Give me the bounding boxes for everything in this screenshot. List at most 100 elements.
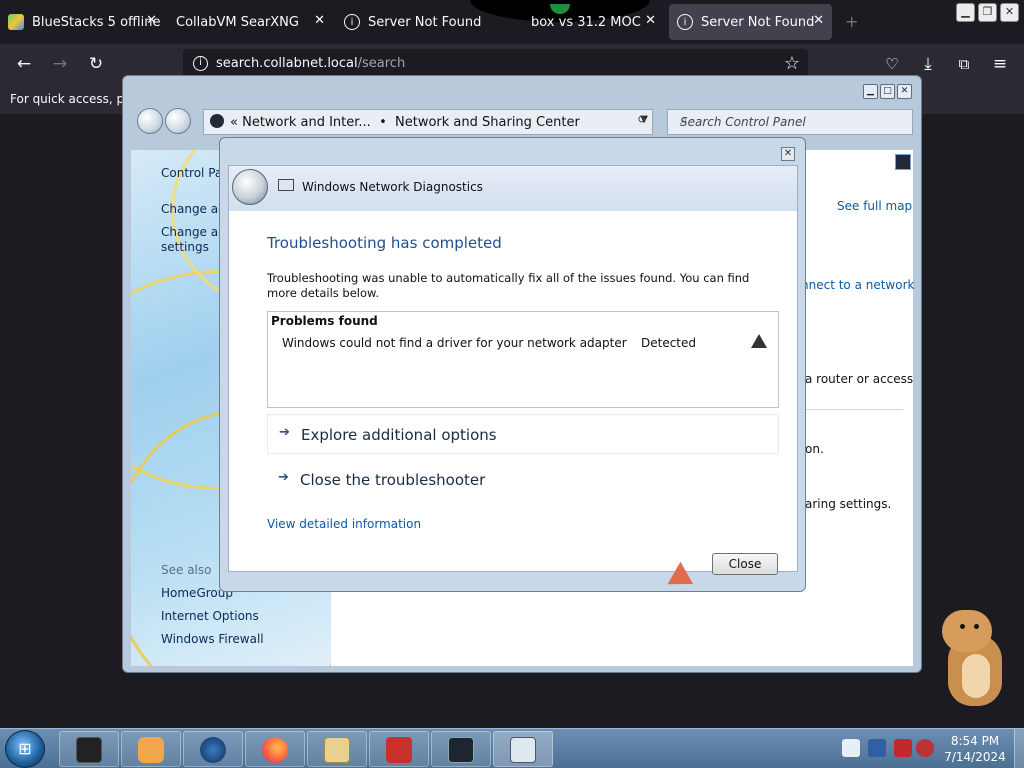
- explore-options-button[interactable]: ➔ Explore additional options: [267, 414, 779, 454]
- page-title: Troubleshooting has completed: [267, 234, 502, 252]
- close-icon[interactable]: ✕: [314, 13, 325, 28]
- back-arrow-icon[interactable]: ←: [12, 52, 36, 76]
- network-diagnostics-icon: [278, 179, 294, 191]
- search-input[interactable]: Search Control Panel ⌕: [667, 109, 913, 135]
- tab-label: Server Not Found: [368, 14, 482, 30]
- close-icon[interactable]: ✕: [146, 13, 157, 28]
- warning-icon: [751, 334, 767, 348]
- forward-orb-icon[interactable]: [165, 108, 191, 134]
- download-icon[interactable]: ⤓: [916, 52, 940, 76]
- system-clock[interactable]: 8:54 PM 7/14/2024: [938, 733, 1012, 765]
- breadcrumb[interactable]: « Network and Inter... • Network and Sha…: [203, 109, 653, 135]
- folder-icon: [324, 737, 350, 763]
- problems-list: Problems found Windows could not find a …: [267, 311, 779, 408]
- close-icon[interactable]: ✕: [897, 84, 912, 99]
- dialog-title: Windows Network Diagnostics: [302, 180, 483, 194]
- media-player-icon: [138, 737, 164, 763]
- network-icon[interactable]: [868, 739, 886, 757]
- dialog-header: Windows Network Diagnostics: [229, 166, 797, 211]
- restore-icon[interactable]: ❐: [978, 3, 997, 22]
- taskbar-app-globe[interactable]: [183, 731, 243, 767]
- breadcrumb-sharing-center[interactable]: Network and Sharing Center: [395, 115, 580, 130]
- tab-bluestacks[interactable]: BlueStacks 5 offline ✕: [0, 4, 165, 40]
- tab-label: Server Not Found: [701, 14, 815, 30]
- action-center-icon[interactable]: [894, 739, 912, 757]
- bookmark-star-icon[interactable]: ☆: [784, 53, 800, 74]
- tab-label: BlueStacks 5 offline: [32, 14, 161, 30]
- close-troubleshooter-button[interactable]: ➔ Close the troubleshooter: [267, 460, 779, 500]
- problem-text[interactable]: Windows could not find a driver for your…: [282, 336, 627, 350]
- arrow-right-icon: ➔: [279, 425, 290, 440]
- explorer-nav-bar: « Network and Inter... • Network and Sha…: [133, 108, 913, 138]
- taskbar-app-media-player[interactable]: [121, 731, 181, 767]
- menu-icon[interactable]: ≡: [988, 52, 1012, 76]
- router-text: a router or access: [805, 372, 914, 386]
- divider: [801, 409, 903, 410]
- close-button[interactable]: Close: [712, 553, 778, 575]
- back-orb-icon[interactable]: [137, 108, 163, 134]
- taskbar-app-terminal[interactable]: [59, 731, 119, 767]
- close-icon[interactable]: ✕: [813, 13, 824, 28]
- taskbar-app-network-diagnostics[interactable]: [493, 731, 553, 767]
- taskbar-app-firefox[interactable]: [245, 731, 305, 767]
- connection-text: on.: [805, 442, 824, 456]
- hamster-mascot-image: [942, 608, 1004, 708]
- tab-label: CollabVM SearXNG: [176, 14, 299, 30]
- taskbar-app-toolbox[interactable]: [369, 731, 429, 767]
- taskbar-app-monitor[interactable]: [431, 731, 491, 767]
- sidebar-item-advanced-sharing-line2[interactable]: settings: [161, 240, 209, 254]
- maximize-icon[interactable]: □: [880, 84, 895, 99]
- globe-icon: [200, 737, 226, 763]
- view-detailed-information-link[interactable]: View detailed information: [267, 517, 421, 531]
- back-arrow-icon[interactable]: [232, 169, 268, 205]
- close-window-icon[interactable]: ✕: [1000, 3, 1019, 22]
- control-panel-icon: [210, 114, 224, 128]
- reload-icon[interactable]: ↻: [84, 52, 108, 76]
- forward-arrow-icon[interactable]: →: [48, 52, 72, 76]
- info-icon: i: [344, 14, 360, 30]
- url-text: search.collabnet.local/search: [216, 56, 406, 71]
- clock-time: 8:54 PM: [950, 734, 1000, 748]
- monitor-icon: [448, 737, 474, 763]
- tab-server-not-found-1[interactable]: i Server Not Found: [336, 4, 501, 40]
- site-info-icon[interactable]: i: [193, 56, 208, 71]
- toolbox-icon: [386, 737, 412, 763]
- close-icon[interactable]: ✕: [645, 13, 656, 28]
- tab-server-not-found-active[interactable]: i Server Not Found ✕: [669, 4, 832, 40]
- volume-icon[interactable]: [916, 739, 934, 757]
- problem-status: Detected: [641, 336, 697, 350]
- start-button-icon[interactable]: ⊞: [5, 730, 45, 768]
- extensions-icon[interactable]: ⧉: [952, 52, 976, 76]
- pocket-icon[interactable]: ♡: [880, 52, 904, 76]
- network-diagnostics-dialog: ✕ Windows Network Diagnostics Troublesho…: [219, 137, 806, 592]
- breadcrumb-network-internet[interactable]: Network and Inter...: [242, 115, 371, 130]
- close-icon[interactable]: ✕: [781, 147, 795, 161]
- result-message: Troubleshooting was unable to automatica…: [267, 271, 750, 300]
- arrow-right-icon: ➔: [278, 470, 289, 485]
- tab-searxng[interactable]: CollabVM SearXNG ✕: [168, 4, 333, 40]
- info-icon: i: [677, 14, 693, 30]
- new-tab-icon[interactable]: +: [845, 12, 858, 31]
- show-hidden-icons-icon[interactable]: [842, 739, 860, 757]
- search-icon[interactable]: ⌕: [680, 113, 906, 128]
- tab-virtualbox[interactable]: box vs 31.2 MOC ✕: [504, 4, 664, 40]
- network-diagnostics-icon: [510, 737, 536, 763]
- clock-date: 7/14/2024: [944, 750, 1006, 764]
- explore-options-label: Explore additional options: [301, 426, 497, 444]
- refresh-icon[interactable]: ⟳: [638, 113, 647, 126]
- minimize-icon[interactable]: ▁: [956, 3, 975, 22]
- bluestacks-icon: [8, 14, 24, 30]
- sidebar-item-home[interactable]: Control Par: [161, 166, 227, 180]
- sharing-settings-text: aring settings.: [805, 497, 892, 511]
- sidebar-item-windows-firewall[interactable]: Windows Firewall: [161, 632, 264, 646]
- show-desktop-button[interactable]: [1014, 729, 1024, 768]
- see-also-heading: See also: [161, 563, 212, 577]
- tab-label: box vs 31.2 MOC: [531, 14, 641, 30]
- sidebar-item-internet-options[interactable]: Internet Options: [161, 609, 259, 623]
- minimize-icon[interactable]: ▁: [863, 84, 878, 99]
- connect-network-link[interactable]: nnect to a network: [801, 278, 914, 292]
- taskbar: ⊞ 8:54 PM 7/14/2024: [0, 728, 1024, 768]
- tab-strip: BlueStacks 5 offline ✕ CollabVM SearXNG …: [0, 0, 1024, 44]
- see-full-map-link[interactable]: See full map: [837, 199, 912, 213]
- taskbar-app-explorer[interactable]: [307, 731, 367, 767]
